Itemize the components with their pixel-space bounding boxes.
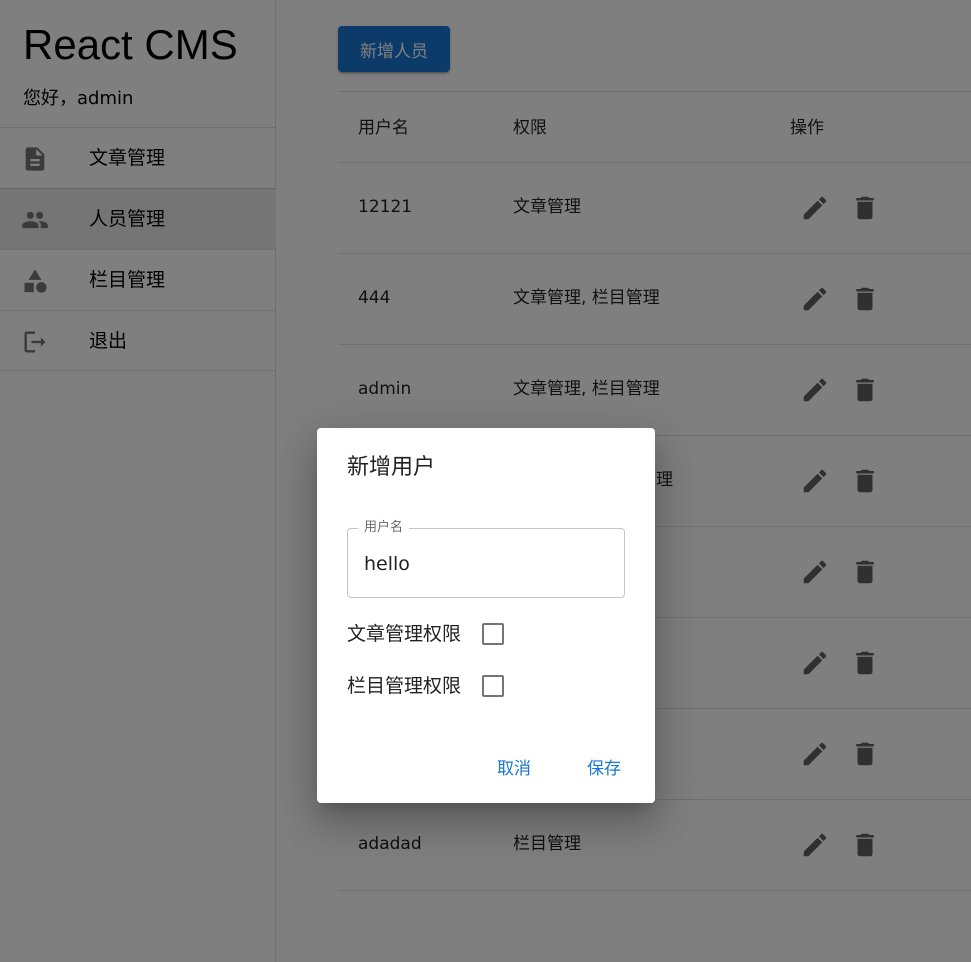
cancel-button[interactable]: 取消 [497,754,531,779]
perm-category-row: 栏目管理权限 [347,671,461,701]
dialog-title: 新增用户 [347,455,436,480]
username-field-label: 用户名 [358,519,410,537]
username-input[interactable] [364,551,614,577]
username-field[interactable]: 用户名 [347,519,625,598]
perm-category-label: 栏目管理权限 [347,675,462,697]
add-user-dialog: 新增用户 用户名 文章管理权限 栏目管理权限 取消 保存 [317,428,655,803]
perm-category-checkbox[interactable] [482,675,504,697]
perm-article-row: 文章管理权限 [347,619,461,649]
perm-article-label: 文章管理权限 [347,623,462,645]
save-button[interactable]: 保存 [587,754,621,779]
perm-article-checkbox[interactable] [482,623,504,645]
